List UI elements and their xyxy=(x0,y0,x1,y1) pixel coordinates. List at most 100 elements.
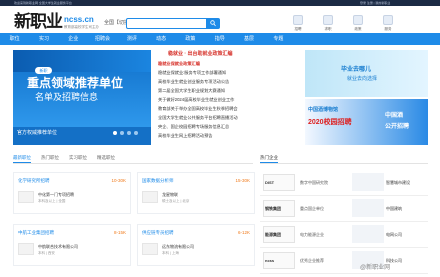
company-image xyxy=(352,199,384,217)
job-icon xyxy=(323,15,333,25)
company-desc: 优秀企业推荐 xyxy=(300,258,324,263)
job-title: 国家数据分析师 xyxy=(142,178,174,183)
job-card[interactable]: 供应链专员招聘 6-12K 远东物流有限公司 本科 | 上海 xyxy=(137,224,255,266)
news-headline[interactable]: 稳就业 · 出台助就业政策汇编 xyxy=(168,51,232,57)
promo-campus-brand: 中国酒 xyxy=(385,113,404,119)
nav-item-policy[interactable]: 政策 xyxy=(176,33,205,45)
job-card[interactable]: 中航工业集团招聘 8-15K 中航联合技术有限公司 本科 | 西安 xyxy=(13,224,131,266)
job-card[interactable]: 国家数据分析师 15-30K 龙星物联 硕士及以上 | 北京 xyxy=(137,172,255,214)
promo-panel: 毕业去哪儿 就业去向选择 中国酒博物馆 2020校园招聘 中国酒 公开招聘 xyxy=(305,50,428,145)
company-logo-text: 能源集团 xyxy=(265,232,281,237)
company-name: 龙星物联 xyxy=(162,192,178,197)
company-logo-text: ncss xyxy=(265,258,275,263)
news-item[interactable]: 第二届全国大学生职业规划大赛通知 xyxy=(158,88,300,93)
header-link-recruit[interactable]: 招聘 xyxy=(290,15,306,32)
job-title: 中航工业集团招聘 xyxy=(18,230,54,235)
nav-item-topic[interactable]: 专题 xyxy=(264,33,293,45)
job-salary: 6-12K xyxy=(237,230,250,235)
company-logo-text: 钢铁集团 xyxy=(265,206,281,211)
job-detail: 本科 | 上海 xyxy=(162,251,179,255)
job-salary: 10-30K xyxy=(111,178,126,183)
service-icon xyxy=(383,15,393,25)
banner-caption: 官方权威推荐单位 xyxy=(17,130,58,136)
company-desc: 数字中国研究院 xyxy=(300,180,328,185)
nav-item-grassroots[interactable]: 基层 xyxy=(234,33,263,45)
news-item[interactable]: 稳就业保就业:服务专项工作部署通知 xyxy=(158,70,300,75)
search-input[interactable] xyxy=(126,18,208,29)
tab-hot[interactable]: 热门职位 xyxy=(41,154,59,162)
carousel-dot[interactable] xyxy=(120,131,124,135)
site-logo[interactable]: 新职业 xyxy=(14,13,63,31)
promo-campus-title: 2020校园招聘 xyxy=(308,119,352,126)
news-item[interactable]: 教育部关于举办全国高校毕业生秋季招聘会 xyxy=(158,106,300,111)
job-salary: 15-30K xyxy=(235,178,250,183)
main-nav: 职位 实习 企业 招聘会 测评 动态 政策 指导 基层 专题 xyxy=(0,33,440,45)
header-link-service[interactable]: 服务 xyxy=(380,15,396,32)
hero-banner[interactable]: 新职 重点领域推荐单位 名单及招聘信息 官方权威推荐单位 xyxy=(13,50,151,145)
company-image xyxy=(352,225,384,243)
company-image xyxy=(352,173,384,191)
news-item[interactable]: 高校毕业生就业创业服务专项活动公告 xyxy=(158,79,300,84)
header-link-policy[interactable]: 政策 xyxy=(350,15,366,32)
company-tabs: 热门企业 xyxy=(260,154,428,164)
news-item[interactable]: 稳就业保就业政策汇编 xyxy=(158,61,300,66)
news-item[interactable]: 关于做好2024届高校毕业生就业创业工作 xyxy=(158,97,300,102)
job-detail: 硕士及以上 | 北京 xyxy=(162,199,190,203)
site-header: 新职业 ncss.cn 教育部高校学生司主办 全国【切换】 招聘 求职 政策 服… xyxy=(0,6,440,32)
job-title: 供应链专员招聘 xyxy=(142,230,174,235)
job-tabs: 最新职位 热门职位 实习职位 精选职位 xyxy=(13,154,253,164)
carousel-dot[interactable] xyxy=(127,131,131,135)
search-icon xyxy=(210,20,216,27)
banner-subtitle: 名单及招聘信息 xyxy=(35,92,99,102)
promo-campus-label: 公开招聘 xyxy=(385,124,410,130)
job-detail: 本科及以上 | 全国 xyxy=(38,199,66,203)
nav-item-guide[interactable]: 指导 xyxy=(205,33,234,45)
company-row[interactable]: DIST 数字中国研究院 智慧城市建设 xyxy=(260,170,428,196)
company-logo xyxy=(142,191,158,203)
news-item[interactable]: 全国大学生就业公共服务平台招聘直播活动 xyxy=(158,115,300,120)
company-name: 中化第一门专项招聘 xyxy=(38,192,74,197)
policy-icon xyxy=(353,15,363,25)
promo-graduate[interactable] xyxy=(305,50,428,97)
watermark: @新职业网 xyxy=(360,265,391,271)
domain-subtitle: 教育部高校学生司主办 xyxy=(64,25,99,29)
nav-item-fair[interactable]: 招聘会 xyxy=(88,33,117,45)
banner-dots xyxy=(113,131,138,135)
nav-item-intern[interactable]: 实习 xyxy=(29,33,58,45)
company-desc: 重点国企单位 xyxy=(300,206,324,211)
company-name: 远东物流有限公司 xyxy=(162,244,194,249)
company-logo xyxy=(142,243,158,255)
carousel-dot[interactable] xyxy=(134,131,138,135)
domain-label: ncss.cn xyxy=(64,15,94,24)
company-logo-text: DIST xyxy=(265,180,275,185)
nav-item-jobs[interactable]: 职位 xyxy=(0,33,29,45)
company-row[interactable]: 钢铁集团 重点国企单位 中国建筑 xyxy=(260,196,428,222)
company-logo xyxy=(18,191,34,203)
carousel-dot[interactable] xyxy=(113,131,117,135)
nav-item-assessment[interactable]: 测评 xyxy=(117,33,146,45)
banner-stripe xyxy=(13,50,151,72)
header-link-job[interactable]: 求职 xyxy=(320,15,336,32)
tab-companies[interactable]: 热门企业 xyxy=(260,154,278,163)
company-name: 中航联合技术有限公司 xyxy=(38,244,78,249)
news-item[interactable]: 高校毕业生网上招聘活动预告 xyxy=(158,133,300,138)
search-button[interactable] xyxy=(206,18,220,29)
banner-pill: 新职 xyxy=(35,67,52,74)
job-salary: 8-15K xyxy=(113,230,126,235)
nav-item-news[interactable]: 动态 xyxy=(146,33,175,45)
recruit-icon xyxy=(293,15,303,25)
company-name: 中国建筑 xyxy=(386,206,402,211)
company-logo xyxy=(18,243,34,255)
job-detail: 本科 | 西安 xyxy=(38,251,55,255)
tab-featured[interactable]: 精选职位 xyxy=(97,154,115,162)
job-card[interactable]: 化学研究所招聘 10-30K 中化第一门专项招聘 本科及以上 | 全国 xyxy=(13,172,131,214)
tab-latest[interactable]: 最新职位 xyxy=(13,154,31,163)
company-desc: 电力能源企业 xyxy=(300,232,324,237)
news-item[interactable]: 央企、国企校园招聘专场服务信息汇总 xyxy=(158,124,300,129)
company-name: 智慧城市建设 xyxy=(386,180,410,185)
company-row[interactable]: ncss 优秀企业推荐 科技公司 xyxy=(260,248,428,274)
tab-intern[interactable]: 实习职位 xyxy=(69,154,87,162)
company-row[interactable]: 能源集团 电力能源企业 电网公司 xyxy=(260,222,428,248)
banner-title: 重点领域推荐单位 xyxy=(27,76,124,90)
nav-item-company[interactable]: 企业 xyxy=(59,33,88,45)
